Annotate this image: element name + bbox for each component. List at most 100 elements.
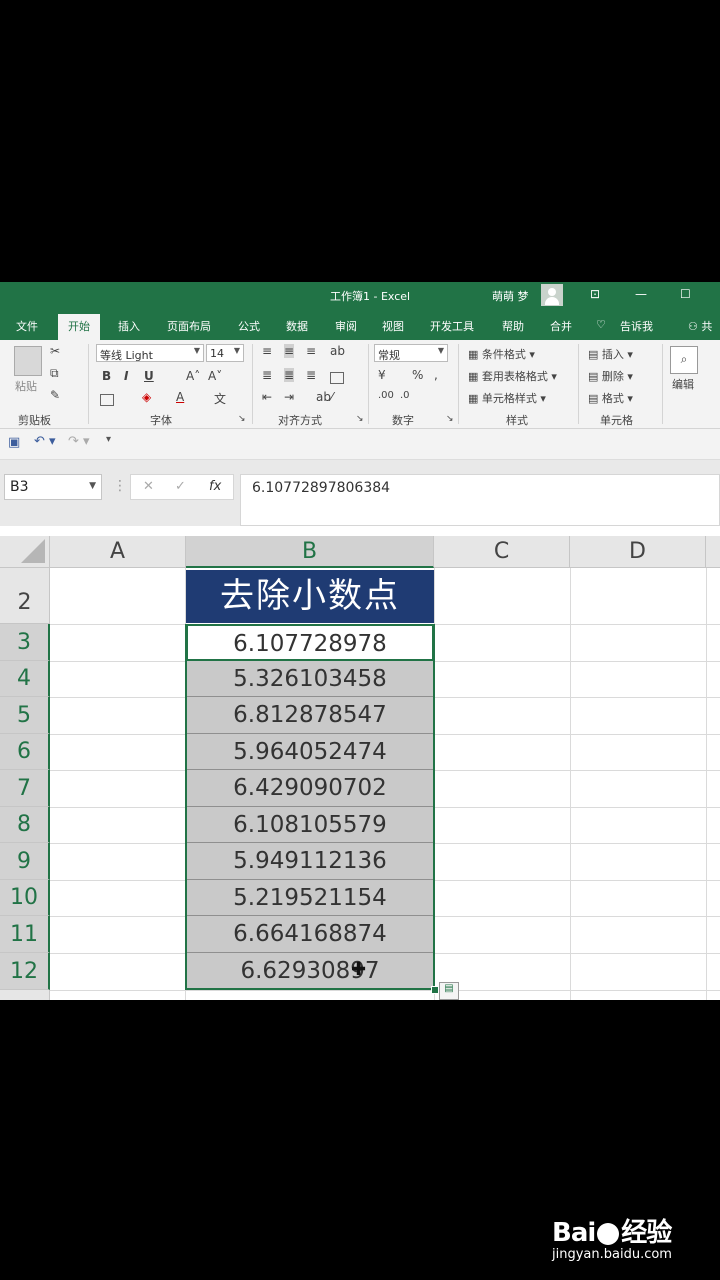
cell-b10[interactable]: 5.219521154 bbox=[186, 880, 434, 916]
format-cells-button[interactable]: ▤ 格式 ▾ bbox=[588, 390, 633, 406]
quick-analysis-icon[interactable]: ▤ bbox=[439, 982, 459, 1000]
row-header-12[interactable]: 12 bbox=[0, 953, 50, 990]
row-header-9[interactable]: 9 bbox=[0, 843, 50, 880]
increase-decimal-icon[interactable]: .00 bbox=[378, 390, 394, 401]
merge-center-icon[interactable] bbox=[330, 372, 344, 384]
insert-function-button[interactable]: fx bbox=[209, 479, 221, 494]
wrap-text-icon[interactable]: ab bbox=[330, 344, 345, 358]
bold-button[interactable]: B bbox=[102, 369, 111, 383]
underline-button[interactable]: U bbox=[144, 369, 154, 383]
tab-merge[interactable]: 合并 bbox=[550, 318, 572, 334]
align-left-icon[interactable]: ≣ bbox=[262, 368, 272, 382]
align-top-icon[interactable]: ≡ bbox=[262, 344, 272, 358]
tab-help[interactable]: 帮助 bbox=[502, 318, 524, 334]
delete-cells-button[interactable]: ▤ 删除 ▾ bbox=[588, 368, 633, 384]
currency-icon[interactable]: ¥ bbox=[378, 368, 386, 382]
row-header-6[interactable]: 6 bbox=[0, 734, 50, 770]
tab-page-layout[interactable]: 页面布局 bbox=[167, 318, 211, 334]
row-header-8[interactable]: 8 bbox=[0, 807, 50, 843]
dialog-launcher-icon[interactable]: ↘ bbox=[446, 414, 454, 424]
comma-style-icon[interactable]: , bbox=[434, 368, 438, 382]
tab-developer[interactable]: 开发工具 bbox=[430, 318, 474, 334]
cell-b4[interactable]: 5.326103458 bbox=[186, 661, 434, 697]
cancel-icon[interactable]: ✕ bbox=[143, 479, 154, 494]
row-header-10[interactable]: 10 bbox=[0, 880, 50, 916]
tab-view[interactable]: 视图 bbox=[382, 318, 404, 334]
editing-label[interactable]: 编辑 bbox=[672, 376, 694, 392]
column-header-c[interactable]: C bbox=[434, 536, 570, 568]
cell-b12[interactable]: 6.62930897 bbox=[186, 953, 434, 990]
align-middle-icon[interactable]: ≡ bbox=[284, 344, 295, 358]
redo-icon[interactable]: ↷ ▾ bbox=[68, 434, 90, 449]
paste-icon[interactable] bbox=[14, 346, 42, 376]
conditional-format-button[interactable]: ▦ 条件格式 ▾ bbox=[468, 346, 535, 362]
grow-font-icon[interactable]: A˄ bbox=[186, 369, 200, 383]
ribbon-display-icon[interactable]: ⊡ bbox=[590, 287, 600, 301]
row-header-3[interactable]: 3 bbox=[0, 624, 50, 661]
cell-b3[interactable]: 6.107728978 bbox=[186, 624, 434, 661]
fill-color-icon[interactable]: ◈ bbox=[142, 390, 151, 404]
cell-b8[interactable]: 6.108105579 bbox=[186, 807, 434, 843]
search-icon[interactable]: ⌕ bbox=[670, 346, 698, 374]
enter-icon[interactable]: ✓ bbox=[175, 479, 186, 494]
font-name-select[interactable]: 等线 Light ▼ bbox=[96, 344, 204, 362]
row-header-4[interactable]: 4 bbox=[0, 661, 50, 697]
shrink-font-icon[interactable]: A˅ bbox=[208, 369, 222, 383]
cell-b7[interactable]: 6.429090702 bbox=[186, 770, 434, 807]
tab-file[interactable]: 文件 bbox=[16, 318, 38, 334]
cell-b5[interactable]: 6.812878547 bbox=[186, 697, 434, 734]
customize-icon[interactable]: ▾ bbox=[106, 434, 111, 445]
percent-button[interactable]: % bbox=[412, 368, 423, 382]
row-header-5[interactable]: 5 bbox=[0, 697, 50, 734]
align-bottom-icon[interactable]: ≡ bbox=[306, 344, 316, 358]
cut-icon[interactable]: ✂ bbox=[50, 344, 60, 358]
select-all-button[interactable] bbox=[0, 536, 50, 568]
undo-icon[interactable]: ↶ ▾ bbox=[34, 434, 56, 449]
copy-icon[interactable]: ⧉ bbox=[50, 366, 59, 381]
column-header-d[interactable]: D bbox=[570, 536, 706, 568]
tab-insert[interactable]: 插入 bbox=[118, 318, 140, 334]
decrease-decimal-icon[interactable]: .0 bbox=[400, 390, 410, 401]
dialog-launcher-icon[interactable]: ↘ bbox=[356, 414, 364, 424]
borders-icon[interactable] bbox=[100, 394, 114, 406]
lightbulb-icon[interactable]: ♡ bbox=[596, 318, 606, 331]
font-color-icon[interactable]: A bbox=[176, 390, 184, 404]
user-avatar[interactable] bbox=[541, 284, 563, 306]
maximize-icon[interactable]: ☐ bbox=[680, 287, 691, 301]
fill-handle[interactable] bbox=[431, 986, 439, 994]
share-button[interactable]: ⚇ 共 bbox=[688, 318, 712, 334]
cell-styles-button[interactable]: ▦ 单元格样式 ▾ bbox=[468, 390, 546, 406]
column-header-b[interactable]: B bbox=[186, 536, 434, 568]
italic-button[interactable]: I bbox=[124, 369, 128, 383]
orientation-icon[interactable]: ab⁄ bbox=[316, 390, 333, 404]
user-name[interactable]: 萌萌 梦 bbox=[492, 288, 529, 304]
align-center-icon[interactable]: ≣ bbox=[284, 368, 295, 382]
cell-b6[interactable]: 5.964052474 bbox=[186, 734, 434, 770]
formula-input[interactable]: 6.10772897806384 bbox=[240, 474, 720, 526]
tab-formulas[interactable]: 公式 bbox=[238, 318, 260, 334]
font-size-select[interactable]: 14 ▼ bbox=[206, 344, 244, 362]
cell-b11[interactable]: 6.664168874 bbox=[186, 916, 434, 953]
phonetic-icon[interactable]: 文 bbox=[214, 390, 226, 407]
insert-cells-button[interactable]: ▤ 插入 ▾ bbox=[588, 346, 633, 362]
cell-b9[interactable]: 5.949112136 bbox=[186, 843, 434, 880]
name-box[interactable]: B3 ▼ bbox=[4, 474, 102, 500]
save-icon[interactable]: ▣ bbox=[8, 435, 20, 450]
tab-review[interactable]: 审阅 bbox=[335, 318, 357, 334]
align-right-icon[interactable]: ≣ bbox=[306, 368, 316, 382]
tell-me[interactable]: 告诉我 bbox=[620, 318, 653, 334]
tab-data[interactable]: 数据 bbox=[286, 318, 308, 334]
number-format-select[interactable]: 常规 ▼ bbox=[374, 344, 448, 362]
row-header-11[interactable]: 11 bbox=[0, 916, 50, 953]
row-header-7[interactable]: 7 bbox=[0, 770, 50, 807]
header-cell-b2[interactable]: 去除小数点 bbox=[186, 570, 434, 623]
row-header-13[interactable] bbox=[0, 990, 50, 1000]
decrease-indent-icon[interactable]: ⇤ bbox=[262, 390, 272, 404]
dialog-launcher-icon[interactable]: ↘ bbox=[238, 414, 246, 424]
increase-indent-icon[interactable]: ⇥ bbox=[284, 390, 294, 404]
column-header-a[interactable]: A bbox=[50, 536, 186, 568]
format-as-table-button[interactable]: ▦ 套用表格格式 ▾ bbox=[468, 368, 557, 384]
row-header-2[interactable]: 2 bbox=[0, 568, 50, 624]
minimize-icon[interactable]: — bbox=[635, 287, 647, 301]
format-painter-icon[interactable]: ✎ bbox=[50, 388, 60, 402]
